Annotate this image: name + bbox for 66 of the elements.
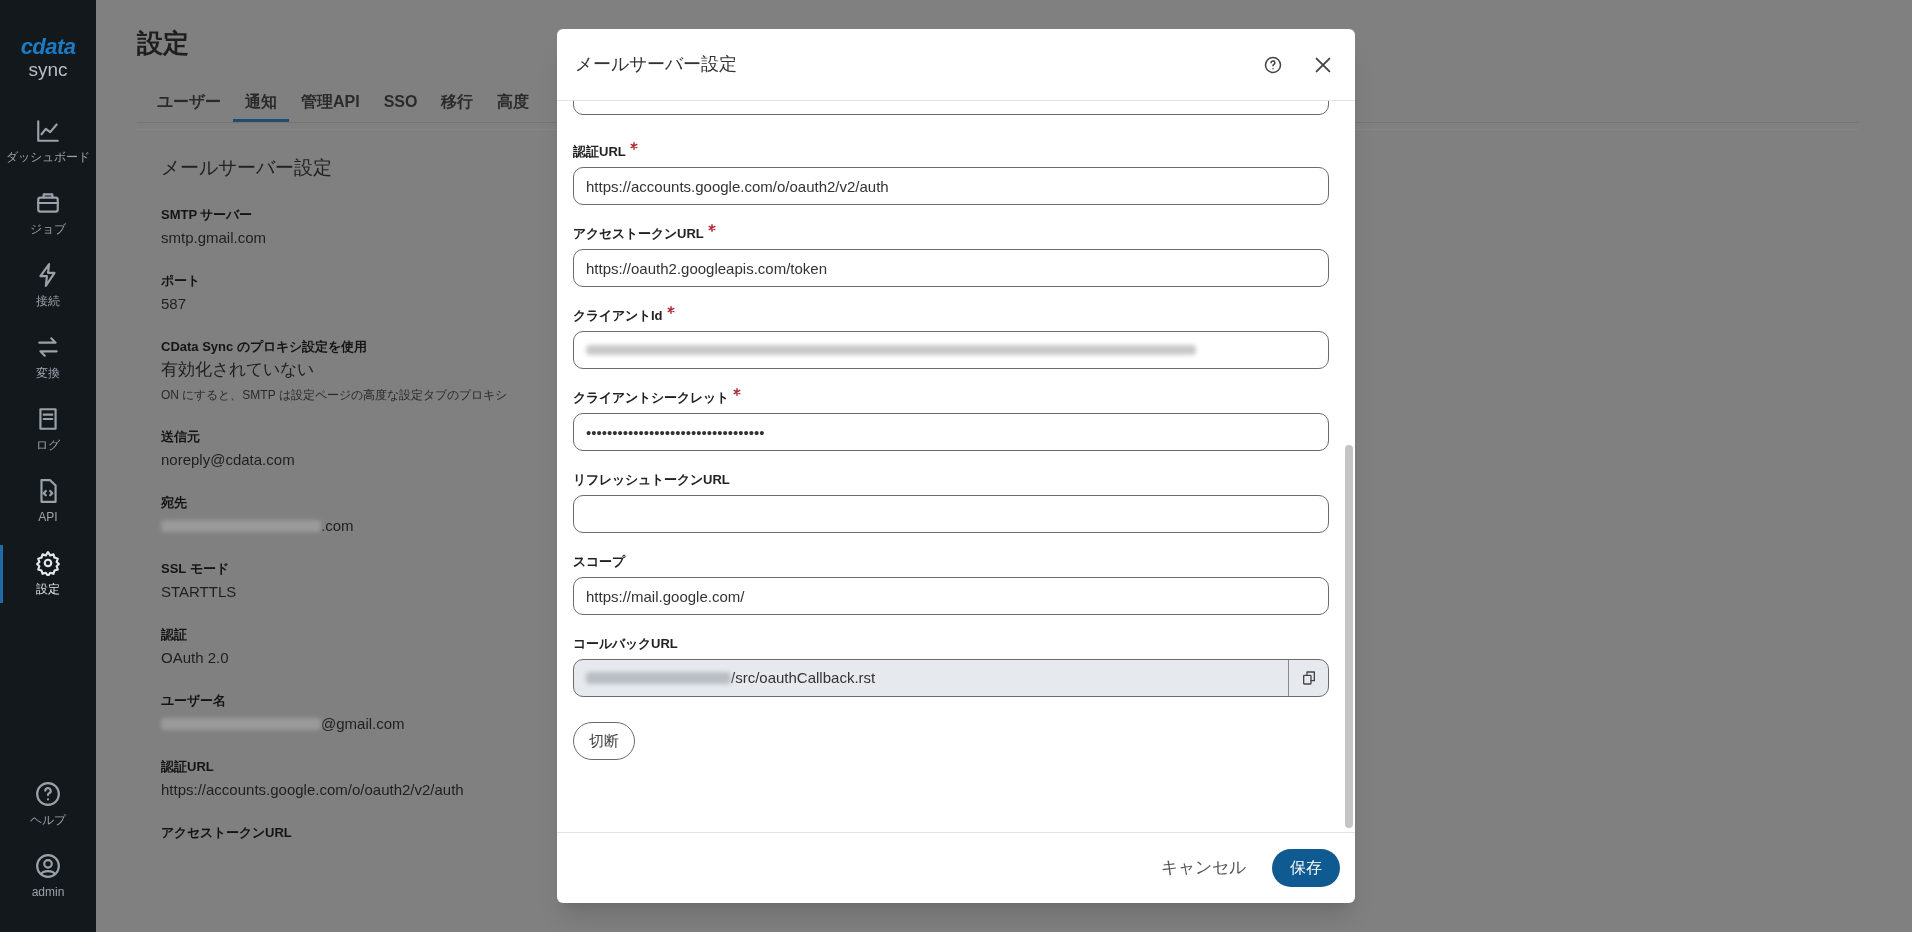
field-label: 認証 xyxy=(161,625,187,644)
sidebar-item[interactable]: 接続 xyxy=(0,257,96,315)
field-label: 認証URL xyxy=(161,757,214,776)
field-label: スコープ xyxy=(573,553,625,571)
product-name: sync xyxy=(28,60,68,79)
field-note: ON にすると、SMTP は設定ページの高度な設定タブのプロキシ xyxy=(161,386,507,404)
arrows-icon xyxy=(35,334,61,360)
tab[interactable]: SSO xyxy=(371,84,430,122)
sidebar-item[interactable]: ダッシュボード xyxy=(0,113,96,171)
help-icon xyxy=(1264,55,1282,74)
sidebar-item[interactable]: 変換 xyxy=(0,329,96,387)
tab[interactable]: 移行 xyxy=(429,84,486,122)
input-field[interactable] xyxy=(573,495,1329,533)
input-field[interactable]: https://oauth2.googleapis.com/token xyxy=(573,249,1329,287)
tab[interactable]: 通知 xyxy=(233,84,289,122)
field-label: アクセストークンURL xyxy=(573,225,704,243)
field-label: ポート xyxy=(161,271,200,290)
field-label: ユーザー名 xyxy=(161,691,226,710)
help-icon xyxy=(35,781,61,807)
field-label: SMTP サーバー xyxy=(161,205,253,224)
field-label: コールバックURL xyxy=(573,635,678,653)
input-field[interactable] xyxy=(573,331,1329,369)
field-label: リフレッシュトークンURL xyxy=(573,471,730,489)
field-label: クライアントシークレット xyxy=(573,389,729,407)
cancel-button[interactable]: キャンセル xyxy=(1155,849,1252,887)
tab[interactable]: 高度 xyxy=(485,84,542,122)
tab[interactable]: ユーザー xyxy=(145,84,233,122)
field-label: 宛先 xyxy=(161,493,187,512)
dialog-title: メールサーバー設定 xyxy=(575,53,738,76)
field-label: CData Sync のプロキシ設定を使用 xyxy=(161,337,367,356)
field-value: smtp.gmail.com xyxy=(161,227,267,248)
input-field[interactable]: https://accounts.google.com/o/oauth2/v2/auth xyxy=(573,167,1329,205)
field-label: 認証URL xyxy=(573,143,626,161)
tab[interactable]: 管理API xyxy=(289,84,372,122)
page-title: 設定 xyxy=(137,27,189,60)
sidebar-item[interactable]: ヘルプ xyxy=(0,776,96,834)
input-field[interactable]: https://mail.google.com/ xyxy=(573,577,1329,615)
copy-icon xyxy=(1300,670,1317,686)
sidebar-item[interactable]: admin xyxy=(0,848,96,906)
field-value: 有効化されていない xyxy=(161,358,314,381)
field-value: .com xyxy=(321,515,354,536)
chart-icon xyxy=(35,118,61,144)
sidebar-item[interactable]: ジョブ xyxy=(0,185,96,243)
readonly-field[interactable]: /src/oauthCallback.rst xyxy=(573,659,1329,697)
field-value: OAuth 2.0 xyxy=(161,647,229,668)
input-field[interactable]: •••••••••••••••••••••••••••••••••• xyxy=(573,413,1329,451)
brand-logo: cdata xyxy=(20,36,76,58)
user-icon xyxy=(35,853,61,879)
field-label: アクセストークンURL xyxy=(161,823,292,842)
field-value: /src/oauthCallback.rst xyxy=(731,667,877,688)
sidebar-item[interactable]: 設定 xyxy=(0,545,96,603)
field-value: noreply@cdata.com xyxy=(161,449,295,470)
field-value: STARTTLS xyxy=(161,581,237,602)
field-label: クライアントId xyxy=(573,307,663,325)
field-value: 587 xyxy=(161,293,187,314)
field-label: SSL モード xyxy=(161,559,229,578)
settings-icon xyxy=(35,550,61,576)
sidebar-item[interactable]: ログ xyxy=(0,401,96,459)
briefcase-icon xyxy=(35,190,61,216)
field-value: https://accounts.google.com/o/oauth2/v2/auth xyxy=(161,779,464,800)
sidebar-item[interactable]: API xyxy=(0,473,96,531)
scrollbar[interactable] xyxy=(1345,445,1353,828)
field-value: @gmail.com xyxy=(321,713,405,734)
card-title: メールサーバー設定 xyxy=(161,156,332,180)
field-label: 送信元 xyxy=(161,427,200,446)
save-button[interactable]: 保存 xyxy=(1272,849,1340,887)
